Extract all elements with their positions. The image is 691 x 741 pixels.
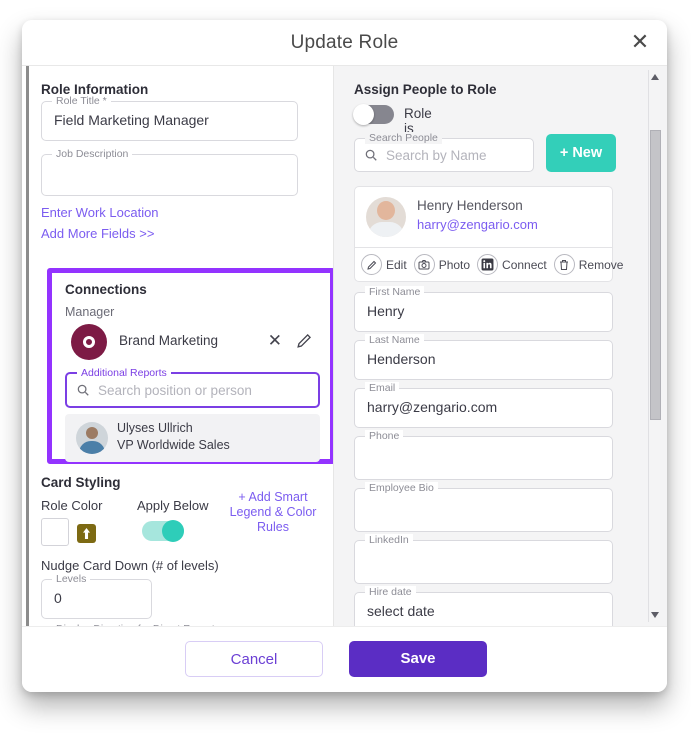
search-icon (364, 148, 378, 162)
dialog-header: Update Role ✕ (22, 20, 667, 66)
person-action-bar: Edit Photo Connect Remove (354, 248, 623, 282)
cancel-button[interactable]: Cancel (185, 641, 323, 677)
scrollbar-thumb[interactable] (650, 130, 661, 420)
assign-people-pane: Assign People to Role Role is vacant Sea… (333, 66, 667, 626)
nudge-card-down-label: Nudge Card Down (# of levels) (41, 558, 219, 573)
role-vacant-toggle[interactable] (353, 104, 394, 125)
left-pane-scroll-rail[interactable] (26, 66, 29, 626)
photo-person-button[interactable]: Photo (413, 254, 471, 275)
scroll-down-arrow-icon[interactable] (651, 612, 659, 618)
card-styling-heading: Card Styling (41, 475, 121, 490)
levels-value: 0 (54, 590, 62, 606)
job-description-field[interactable]: Job Description (41, 148, 298, 196)
linkedin-icon (477, 254, 499, 275)
manager-label: Manager (65, 305, 115, 319)
add-new-person-button[interactable]: + New (546, 134, 616, 172)
role-color-label: Role Color (41, 498, 103, 513)
last-name-value: Henderson (367, 351, 436, 367)
phone-label: Phone (365, 430, 404, 442)
close-icon[interactable]: ✕ (627, 29, 653, 55)
role-title-label: Role Title * (52, 95, 111, 107)
trash-icon (553, 254, 575, 275)
suggestion-role: VP Worldwide Sales (117, 438, 230, 452)
dialog-title: Update Role (290, 32, 399, 53)
edit-person-button[interactable]: Edit (361, 254, 407, 275)
employee-bio-field[interactable]: Employee Bio (354, 482, 613, 532)
search-icon (76, 383, 90, 397)
first-name-field[interactable]: First Name Henry (354, 286, 613, 332)
manager-remove-icon[interactable]: ✕ (268, 331, 282, 351)
photo-label: Photo (438, 257, 471, 272)
last-name-label: Last Name (365, 334, 424, 346)
suggestion-list-item[interactable]: Ulyses Ullrich VP Worldwide Sales (65, 414, 320, 462)
save-button[interactable]: Save (349, 641, 487, 677)
email-label: Email (365, 382, 400, 394)
search-people-input[interactable]: Search People Search by Name (354, 132, 534, 172)
first-name-value: Henry (367, 303, 405, 319)
person-name: Henry Henderson (417, 198, 523, 213)
camera-icon (413, 254, 435, 275)
first-name-label: First Name (365, 286, 425, 298)
linkedin-field[interactable]: LinkedIn (354, 534, 613, 584)
apply-below-toggle[interactable] (142, 520, 184, 542)
manager-edit-pencil-icon[interactable] (295, 331, 314, 350)
additional-reports-field[interactable]: Additional Reports Search position or pe… (65, 367, 320, 408)
add-more-fields-link[interactable]: Add More Fields >> (41, 226, 154, 241)
right-pane-scrollbar[interactable] (648, 70, 661, 622)
add-smart-legend-link[interactable]: + Add Smart Legend & Color Rules (225, 490, 321, 535)
manager-avatar (71, 324, 107, 360)
job-description-label: Job Description (52, 148, 133, 160)
role-title-field[interactable]: Role Title * Field Marketing Manager (41, 95, 298, 141)
enter-work-location-link[interactable]: Enter Work Location (41, 205, 159, 220)
email-field[interactable]: Email harry@zengario.com (354, 382, 613, 428)
levels-label: Levels (52, 573, 91, 585)
connect-person-button[interactable]: Connect (477, 254, 547, 275)
email-value: harry@zengario.com (367, 399, 498, 415)
employee-bio-label: Employee Bio (365, 482, 438, 494)
connections-heading: Connections (65, 282, 147, 297)
dialog-footer: Cancel Save (22, 626, 667, 692)
suggestion-avatar (76, 422, 108, 454)
color-upload-icon[interactable] (77, 524, 96, 543)
search-people-label: Search People (365, 132, 442, 144)
role-information-pane: Role Information Role Title * Field Mark… (22, 66, 333, 626)
additional-reports-label: Additional Reports (77, 367, 171, 379)
assign-people-heading: Assign People to Role (354, 82, 497, 97)
additional-reports-placeholder: Search position or person (98, 382, 252, 398)
person-email[interactable]: harry@zengario.com (417, 217, 538, 232)
remove-label: Remove (578, 257, 624, 272)
linkedin-label: LinkedIn (365, 534, 413, 546)
connections-highlight-box: Connections Manager Brand Marketing ✕ Ad… (47, 268, 333, 464)
search-people-placeholder: Search by Name (386, 147, 487, 163)
apply-below-label: Apply Below (137, 498, 209, 513)
levels-field[interactable]: Levels 0 (41, 573, 152, 619)
assigned-person-card: Henry Henderson harry@zengario.com (354, 186, 613, 248)
last-name-field[interactable]: Last Name Henderson (354, 334, 613, 380)
hire-date-label: Hire date (365, 586, 416, 598)
avatar (366, 197, 406, 237)
hire-date-field[interactable]: Hire date select date (354, 586, 613, 626)
pencil-icon (361, 254, 382, 275)
role-title-value: Field Marketing Manager (54, 112, 209, 128)
phone-field[interactable]: Phone (354, 430, 613, 480)
manager-name: Brand Marketing (119, 333, 219, 348)
edit-label: Edit (386, 257, 407, 272)
scroll-up-arrow-icon[interactable] (651, 74, 659, 80)
remove-person-button[interactable]: Remove (553, 254, 624, 275)
role-color-swatch[interactable] (41, 518, 69, 546)
update-role-dialog: Update Role ✕ Role Information Role Titl… (22, 20, 667, 692)
manager-row: Brand Marketing ✕ (65, 324, 320, 362)
suggestion-name: Ulyses Ullrich (117, 421, 193, 435)
dialog-body: Role Information Role Title * Field Mark… (22, 66, 667, 626)
connect-label: Connect (502, 257, 547, 272)
